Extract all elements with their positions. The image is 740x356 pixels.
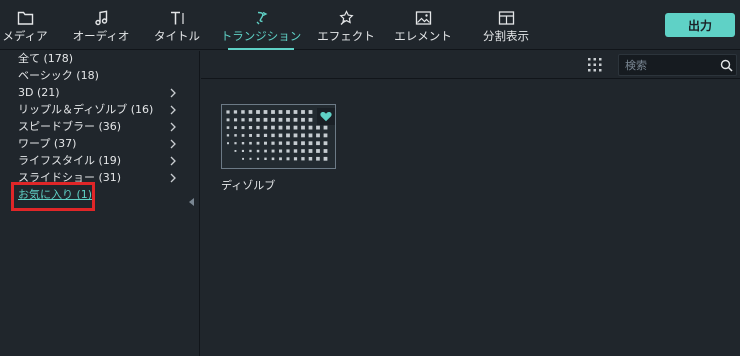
transition-name-label: ディゾルブ [221,179,276,192]
category-label: ライフスタイル (19) [18,154,122,167]
category-speed-blur[interactable]: スピードブラー (36) [0,119,200,136]
search-box [618,54,737,76]
collapse-panel-arrow-icon[interactable] [189,198,194,206]
category-basic[interactable]: ベーシック (18) [0,68,200,85]
tab-transitions[interactable]: トランジション [221,0,301,50]
search-input[interactable] [625,57,715,73]
highlight-box [11,182,95,211]
favorite-heart-icon[interactable] [317,108,335,125]
tab-split-screen[interactable]: 分割表示 [478,0,534,50]
tab-split-screen-label: 分割表示 [483,29,529,43]
category-all[interactable]: 全て (178) [0,51,200,68]
export-button[interactable]: 出力 [665,13,735,37]
tab-media[interactable]: メディア [2,0,48,50]
image-icon [415,11,431,25]
tab-titles[interactable]: タイトル [154,0,200,50]
category-label: 全て (178) [18,52,74,65]
tab-effects-label: エフェクト [317,29,375,43]
folder-icon [17,11,33,25]
active-tab-indicator [228,48,294,50]
tab-audio-label: オーディオ [72,29,130,43]
category-label: ワープ (37) [18,137,77,150]
text-icon [170,11,184,25]
transition-thumbnail-dissolve[interactable] [221,104,336,169]
chevron-right-icon[interactable] [168,87,178,99]
category-label: スピードブラー (36) [18,120,122,133]
tab-elements-label: エレメント [394,29,452,43]
music-note-icon [94,10,107,26]
split-screen-icon [498,11,514,25]
chevron-right-icon[interactable] [168,138,178,150]
tab-effects[interactable]: エフェクト [317,0,375,50]
tab-transitions-label: トランジション [220,29,302,43]
content-header [201,51,740,79]
category-3d[interactable]: 3D (21) [0,85,200,102]
tab-titles-label: タイトル [154,29,200,43]
chevron-right-icon[interactable] [168,172,178,184]
transition-icon [256,11,267,25]
category-label: ベーシック (18) [18,69,99,82]
tab-media-label: メディア [2,29,48,43]
search-icon[interactable] [720,59,733,72]
chevron-right-icon[interactable] [168,121,178,133]
top-toolbar: メディア オーディオ タイトル トランジション エフェクト エレメント 分割表示… [0,0,740,50]
category-sidebar: 全て (178) ベーシック (18) 3D (21) リップル＆ディゾルブ (… [0,51,200,356]
chevron-right-icon[interactable] [168,155,178,167]
effect-icon [338,10,354,25]
category-label: 3D (21) [18,86,60,99]
chevron-right-icon[interactable] [168,104,178,116]
category-label: リップル＆ディゾルブ (16) [18,103,154,116]
category-ripple-dissolve[interactable]: リップル＆ディゾルブ (16) [0,102,200,119]
category-lifestyle[interactable]: ライフスタイル (19) [0,153,200,170]
tab-elements[interactable]: エレメント [394,0,452,50]
grid-view-icon[interactable] [588,58,602,72]
tab-audio[interactable]: オーディオ [72,0,130,50]
category-warp[interactable]: ワープ (37) [0,136,200,153]
